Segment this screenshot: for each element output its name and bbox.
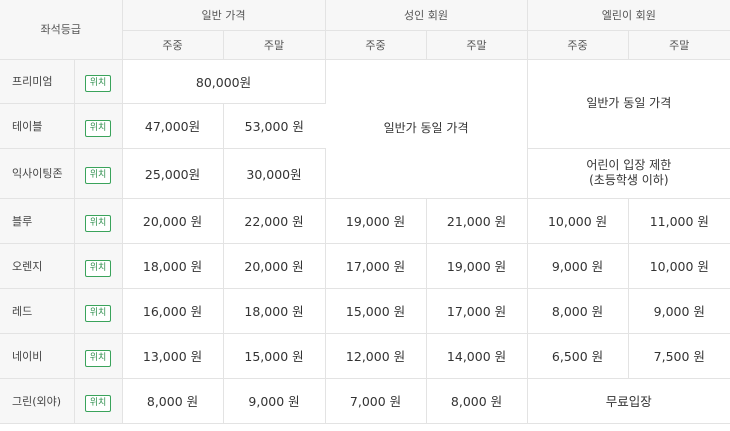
price-cell: 21,000 원	[426, 198, 528, 244]
price-cell: 53,000 원	[223, 103, 326, 149]
table-row: 프리미엄 위치 80,000원 일반가 동일 가격 일반가 동일 가격	[0, 59, 730, 199]
price-cell: 16,000 원	[122, 288, 224, 334]
header-kids-member: 엘린이 회원	[527, 0, 730, 31]
price-cell: 17,000 원	[426, 288, 528, 334]
same-as-general-note: 일반가 동일 가격	[325, 59, 528, 199]
table-row: 오렌지 위치 18,000 원 20,000 원 17,000 원 19,000…	[0, 243, 730, 289]
price-cell: 17,000 원	[325, 243, 427, 289]
same-as-general-note: 일반가 동일 가격	[527, 59, 730, 149]
seat-grade-label: 테이블	[0, 103, 75, 149]
price-cell: 7,500 원	[628, 333, 730, 379]
price-cell: 9,000 원	[527, 243, 629, 289]
price-cell: 9,000 원	[223, 378, 326, 424]
header-general-price: 일반 가격	[122, 0, 326, 31]
seat-grade-label: 그린(외야)	[0, 378, 75, 424]
seat-grade-label: 프리미엄	[0, 59, 75, 104]
kids-restricted-note: 어린이 입장 제한 (초등학생 이하)	[527, 148, 730, 199]
price-cell: 25,000원	[122, 148, 224, 199]
price-cell: 19,000 원	[325, 198, 427, 244]
price-cell: 30,000원	[223, 148, 326, 199]
price-cell: 15,000 원	[223, 333, 326, 379]
table-row: 네이비 위치 13,000 원 15,000 원 12,000 원 14,000…	[0, 333, 730, 379]
kids-restricted-line2: (초등학생 이하)	[589, 173, 669, 187]
location-button[interactable]: 위치	[84, 167, 112, 184]
price-cell: 20,000 원	[122, 198, 224, 244]
price-cell: 19,000 원	[426, 243, 528, 289]
price-cell: 15,000 원	[325, 288, 427, 334]
header-weekend: 주말	[426, 30, 528, 60]
price-cell: 8,000 원	[426, 378, 528, 424]
table-row: 레드 위치 16,000 원 18,000 원 15,000 원 17,000 …	[0, 288, 730, 334]
table-row: 그린(외야) 위치 8,000 원 9,000 원 7,000 원 8,000 …	[0, 378, 730, 424]
price-cell: 12,000 원	[325, 333, 427, 379]
seat-grade-label: 오렌지	[0, 243, 75, 289]
location-button[interactable]: 위치	[84, 304, 112, 322]
header-weekend: 주말	[628, 30, 730, 60]
location-button[interactable]: 위치	[84, 259, 112, 277]
ticket-price-table: 좌석등급 일반 가격 성인 회원 엘린이 회원 주중 주말 주중 주말 주중 주…	[0, 0, 730, 424]
location-button[interactable]: 위치	[84, 75, 112, 92]
header-adult-member: 성인 회원	[325, 0, 528, 31]
price-cell: 22,000 원	[223, 198, 326, 244]
seat-grade-label: 익사이팅존	[0, 148, 75, 199]
location-button[interactable]: 위치	[84, 394, 112, 412]
price-cell: 80,000원	[122, 59, 326, 104]
price-cell: 13,000 원	[122, 333, 224, 379]
price-cell: 47,000원	[122, 103, 224, 149]
price-cell: 20,000 원	[223, 243, 326, 289]
price-cell: 9,000 원	[628, 288, 730, 334]
header-weekday: 주중	[122, 30, 224, 60]
price-cell: 14,000 원	[426, 333, 528, 379]
location-button[interactable]: 위치	[84, 119, 112, 137]
table-row: 블루 위치 20,000 원 22,000 원 19,000 원 21,000 …	[0, 198, 730, 244]
header-seat-grade: 좌석등급	[0, 0, 123, 60]
header-weekday: 주중	[325, 30, 427, 60]
header-weekend: 주말	[223, 30, 326, 60]
seat-grade-label: 레드	[0, 288, 75, 334]
price-cell: 7,000 원	[325, 378, 427, 424]
header-weekday: 주중	[527, 30, 629, 60]
seat-grade-label: 블루	[0, 198, 75, 244]
location-button[interactable]: 위치	[84, 349, 112, 367]
free-entry-cell: 무료입장	[527, 378, 730, 424]
price-cell: 18,000 원	[122, 243, 224, 289]
location-button[interactable]: 위치	[84, 214, 112, 232]
price-cell: 8,000 원	[527, 288, 629, 334]
price-cell: 10,000 원	[527, 198, 629, 244]
kids-restricted-line1: 어린이 입장 제한	[586, 158, 672, 172]
price-cell: 18,000 원	[223, 288, 326, 334]
seat-grade-label: 네이비	[0, 333, 75, 379]
price-cell: 10,000 원	[628, 243, 730, 289]
price-cell: 6,500 원	[527, 333, 629, 379]
price-cell: 8,000 원	[122, 378, 224, 424]
price-cell: 11,000 원	[628, 198, 730, 244]
